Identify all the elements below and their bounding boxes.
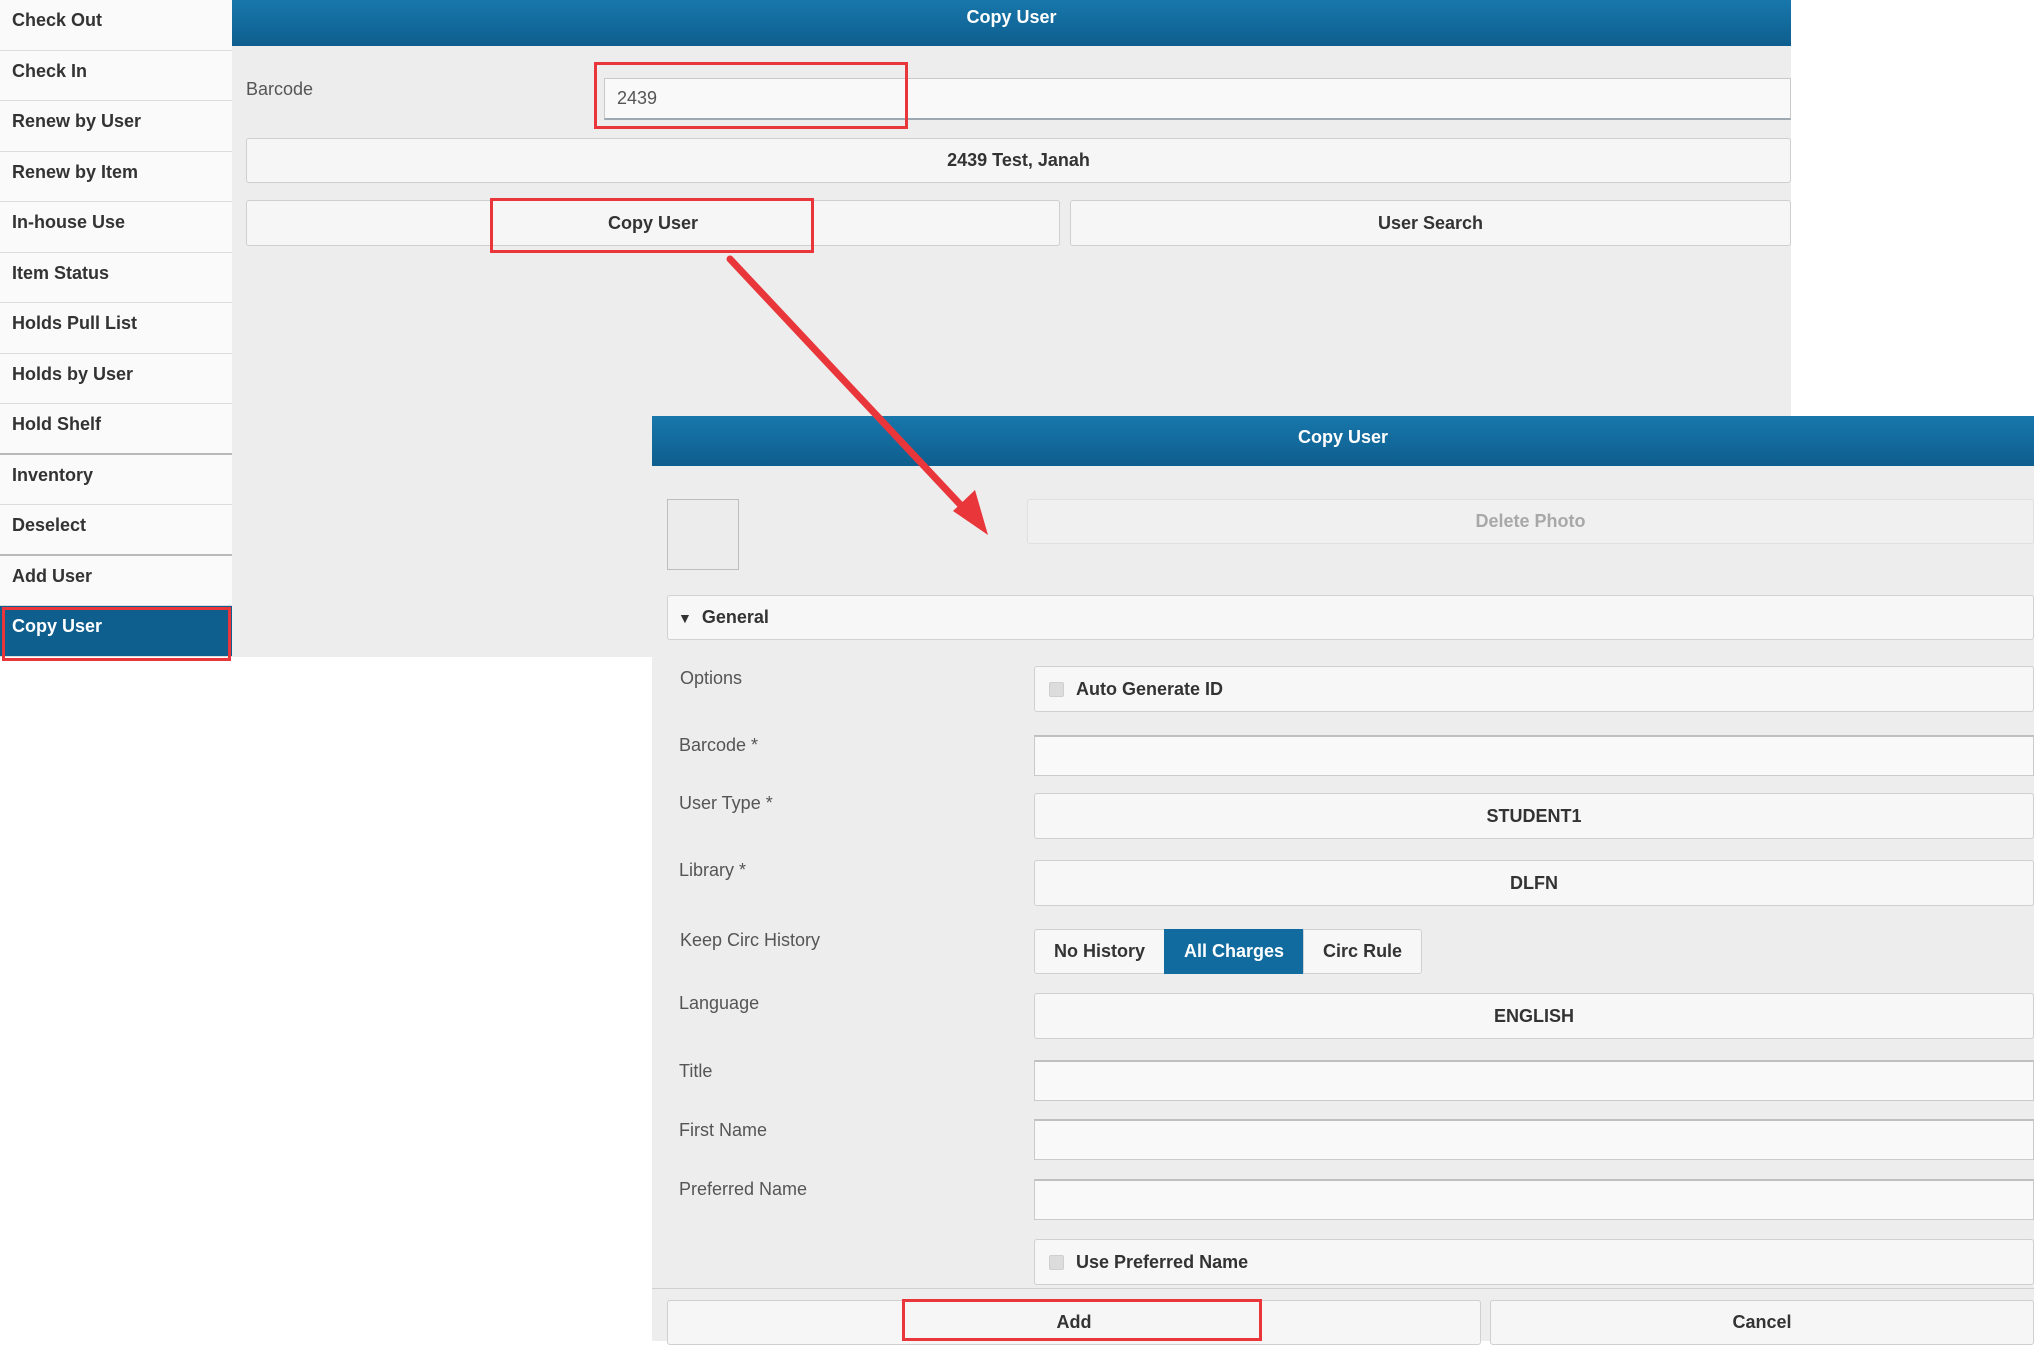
use-preferred-name-label: Use Preferred Name <box>1076 1252 1249 1272</box>
copy-user-button[interactable]: Copy User <box>246 200 1060 246</box>
barcode-label: Barcode <box>246 79 314 99</box>
preferred-name-label: Preferred Name <box>679 1179 808 1199</box>
keep-circ-history-label: Keep Circ History <box>680 930 821 950</box>
user-type-label: User Type * <box>679 793 773 813</box>
user-photo[interactable] <box>667 499 739 570</box>
sidebar: Check Out Check In Renew by User Renew b… <box>0 0 232 661</box>
user-search-button[interactable]: User Search <box>1070 200 1791 246</box>
barcode-input[interactable] <box>604 78 1791 120</box>
dialog-barcode-input[interactable] <box>1034 735 2034 776</box>
sidebar-item-check-in[interactable]: Check In <box>0 50 232 101</box>
language-select[interactable]: ENGLISH <box>1034 993 2034 1039</box>
circ-option-no-history[interactable]: No History <box>1034 929 1166 974</box>
user-display-button[interactable]: 2439 Test, Janah <box>246 138 1791 183</box>
title-input[interactable] <box>1034 1060 2034 1101</box>
sidebar-item-renew-by-user[interactable]: Renew by User <box>0 101 232 152</box>
sidebar-item-item-status[interactable]: Item Status <box>0 252 232 303</box>
library-select[interactable]: DLFN <box>1034 860 2034 906</box>
sidebar-item-copy-user[interactable]: Copy User <box>0 606 232 661</box>
sidebar-item-add-user[interactable]: Add User <box>0 555 232 606</box>
sidebar-item-holds-pull-list[interactable]: Holds Pull List <box>0 303 232 354</box>
dialog-title: Copy User <box>652 416 2034 466</box>
sidebar-item-check-out[interactable]: Check Out <box>0 0 232 51</box>
auto-generate-id-toggle[interactable]: Auto Generate ID <box>1034 666 2034 712</box>
sidebar-item-hold-shelf[interactable]: Hold Shelf <box>0 404 232 455</box>
sidebar-item-renew-by-item[interactable]: Renew by Item <box>0 151 232 202</box>
circ-option-circ-rule[interactable]: Circ Rule <box>1303 929 1423 974</box>
first-name-label: First Name <box>679 1120 768 1140</box>
panel-title: Copy User <box>232 0 1791 46</box>
add-button[interactable]: Add <box>667 1300 1481 1345</box>
first-name-input[interactable] <box>1034 1119 2034 1160</box>
auto-generate-checkbox[interactable] <box>1049 682 1064 697</box>
triangle-down-icon: ▼ <box>678 610 692 626</box>
language-label: Language <box>679 993 760 1013</box>
title-label: Title <box>679 1061 713 1081</box>
cancel-button[interactable]: Cancel <box>1490 1300 2034 1345</box>
use-preferred-name-toggle[interactable]: Use Preferred Name <box>1034 1239 2034 1285</box>
delete-photo-button[interactable]: Delete Photo <box>1027 499 2034 544</box>
copy-user-dialog: Copy User Delete Photo ▼ General Options … <box>652 416 2034 1345</box>
library-label: Library * <box>679 860 747 880</box>
circ-option-all-charges[interactable]: All Charges <box>1164 929 1305 974</box>
user-type-select[interactable]: STUDENT1 <box>1034 793 2034 839</box>
options-label: Options <box>680 668 743 688</box>
sidebar-item-in-house-use[interactable]: In-house Use <box>0 202 232 253</box>
sidebar-item-deselect[interactable]: Deselect <box>0 505 232 556</box>
auto-generate-label: Auto Generate ID <box>1076 679 1224 699</box>
preferred-name-input[interactable] <box>1034 1179 2034 1220</box>
circ-history-segmented-control: No History All Charges Circ Rule <box>1034 929 1423 974</box>
sidebar-item-inventory[interactable]: Inventory <box>0 454 232 505</box>
general-section-header[interactable]: ▼ General <box>667 595 2034 640</box>
dialog-barcode-label: Barcode * <box>679 735 759 755</box>
general-section-title: General <box>701 607 769 627</box>
use-preferred-name-checkbox[interactable] <box>1049 1255 1064 1270</box>
sidebar-item-holds-by-user[interactable]: Holds by User <box>0 353 232 404</box>
